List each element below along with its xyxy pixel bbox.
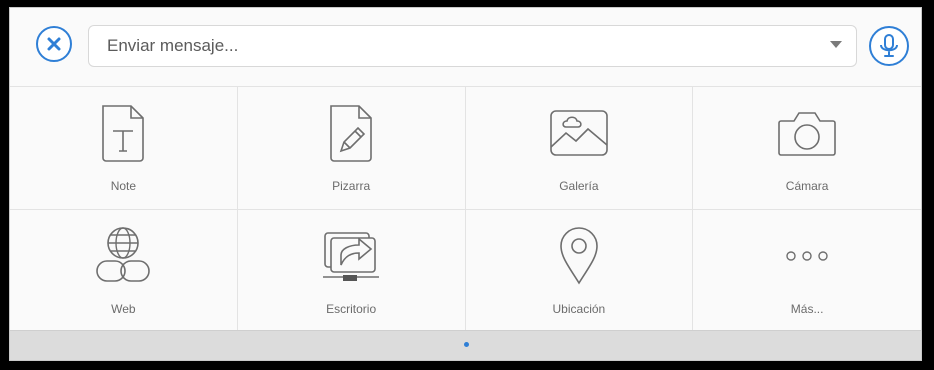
microphone-icon <box>880 34 898 57</box>
note-icon <box>102 105 145 162</box>
attachment-grid: Note Pizarra Galería Cámara Web Escritor… <box>10 86 921 333</box>
tile-screen-share[interactable]: Escritorio <box>237 210 466 333</box>
attachment-panel: Note Pizarra <box>9 7 922 361</box>
tile-web[interactable]: Web <box>10 210 238 333</box>
gallery-icon <box>550 110 608 156</box>
more-dots-icon <box>786 251 828 261</box>
tile-label: Galería <box>559 179 599 193</box>
message-input-wrapper <box>88 25 857 67</box>
tile-more[interactable]: Más... <box>693 210 921 333</box>
page-indicator <box>10 330 921 360</box>
tile-label: Ubicación <box>552 302 606 316</box>
tile-whiteboard[interactable]: Pizarra <box>237 87 466 210</box>
chevron-down-icon[interactable] <box>830 41 842 48</box>
message-composer <box>10 8 921 86</box>
microphone-button[interactable] <box>869 26 909 66</box>
page-dot-active[interactable] <box>463 342 469 347</box>
close-button[interactable] <box>36 26 72 62</box>
camera-icon <box>778 112 836 156</box>
tile-camera[interactable]: Cámara <box>693 87 921 210</box>
tile-label: Web <box>111 302 136 316</box>
tile-label: Escritorio <box>326 302 377 316</box>
app-window: Note Pizarra <box>0 0 934 370</box>
message-input[interactable] <box>89 26 856 66</box>
tile-note[interactable]: Note <box>10 87 238 210</box>
close-icon <box>47 37 61 51</box>
location-pin-icon <box>560 227 598 285</box>
tile-label: Más... <box>790 302 824 316</box>
tile-label: Pizarra <box>332 179 371 193</box>
whiteboard-icon <box>330 105 372 162</box>
tile-label: Note <box>110 179 137 193</box>
tile-location[interactable]: Ubicación <box>465 210 694 333</box>
web-link-icon <box>96 227 151 282</box>
screen-share-icon <box>323 232 380 281</box>
tile-gallery[interactable]: Galería <box>465 87 694 210</box>
tile-label: Cámara <box>785 179 829 193</box>
